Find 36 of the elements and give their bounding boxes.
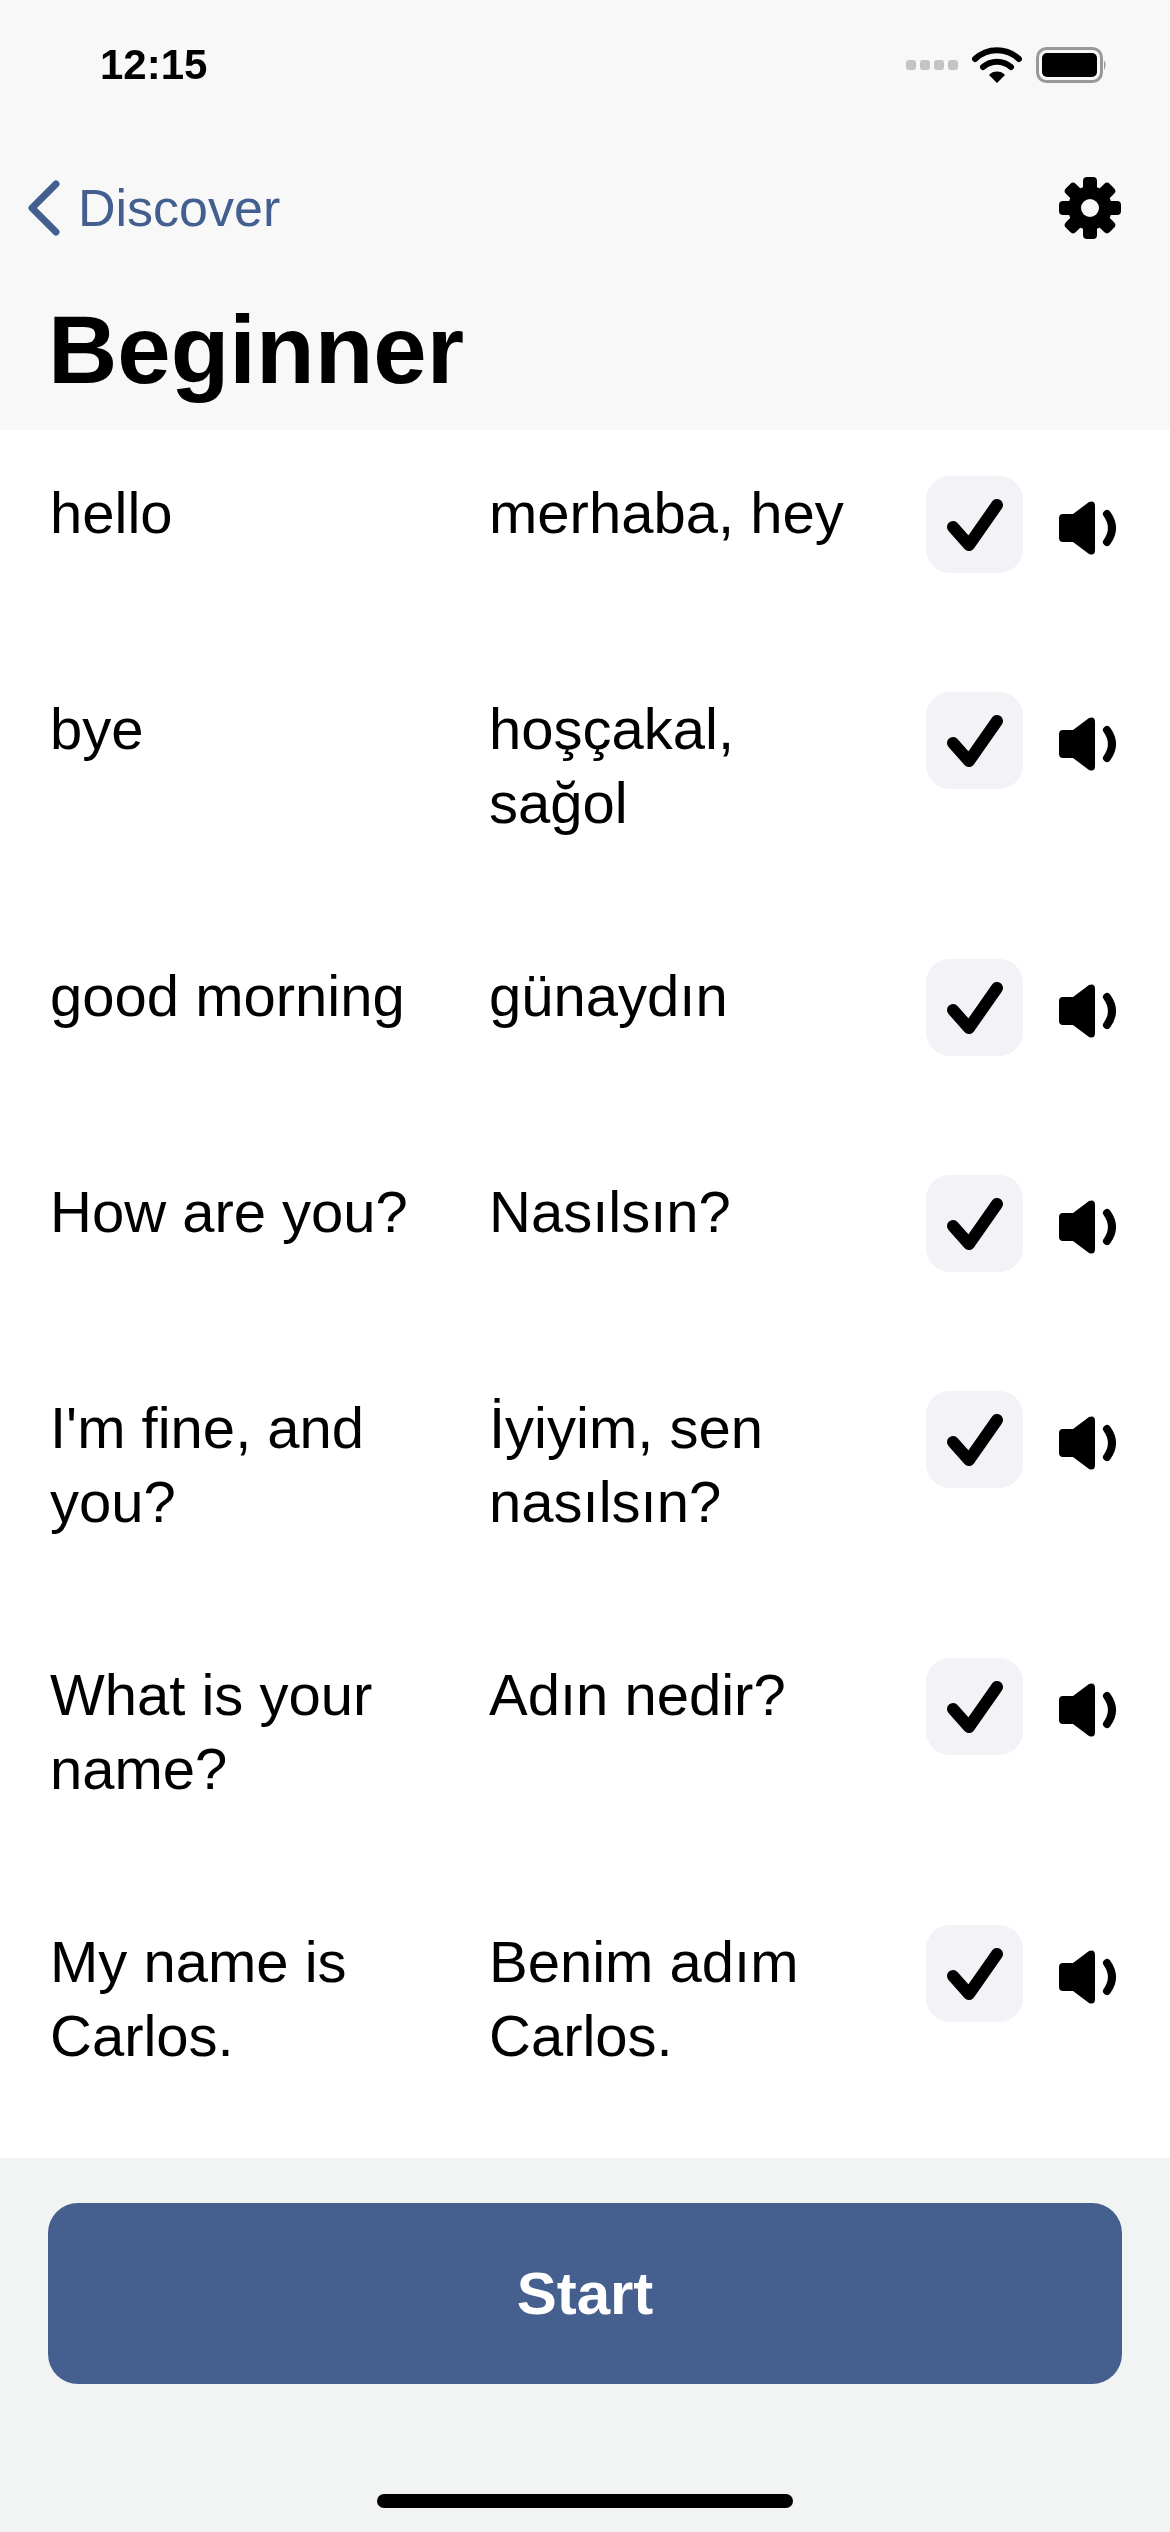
translation-text: Adın nedir? [489,1661,787,1729]
checkbox[interactable] [926,1391,1023,1488]
checkbox[interactable] [926,959,1023,1056]
phrase-text: What is your name? [50,1661,374,1803]
phrase-text: My name is Carlos. [50,1928,348,2070]
translation-text: hoşçakal, sağol [489,695,736,837]
checkbox[interactable] [926,1925,1023,2022]
checkmark-icon [944,712,1005,769]
phrase-text: hello [50,479,174,547]
status-time: 12:15 [100,41,208,89]
translation-text: günaydın [489,962,729,1030]
settings-icon[interactable] [1058,175,1122,240]
translation-text: İyiyim, sen nasılsın? [489,1394,764,1536]
page-title: Beginner [47,295,466,405]
phrase-text: How are you? [50,1178,409,1246]
checkmark-icon [944,1411,1005,1468]
phrase-text: good morning [50,962,406,1030]
checkbox[interactable] [926,1175,1023,1272]
phrase-text: I'm fine, and you? [50,1394,366,1536]
checkmark-icon [944,496,1005,553]
checkbox[interactable] [926,476,1023,573]
start-button[interactable]: Start [48,2203,1122,2384]
phrase-text: bye [50,695,145,763]
checkmark-icon [944,1195,1005,1252]
back-button[interactable]: Discover [24,177,281,238]
checkmark-icon [944,1945,1005,2002]
wifi-icon [972,46,1022,84]
signal-icon [906,58,958,72]
checkmark-icon [944,1678,1005,1735]
translation-text: Benim adım Carlos. [489,1928,800,2070]
translation-text: merhaba, hey [489,479,845,547]
checkbox[interactable] [926,692,1023,789]
checkbox[interactable] [926,1658,1023,1755]
translation-text: Nasılsın? [489,1178,732,1246]
checkmark-icon [944,979,1005,1036]
battery-icon [1036,46,1108,84]
